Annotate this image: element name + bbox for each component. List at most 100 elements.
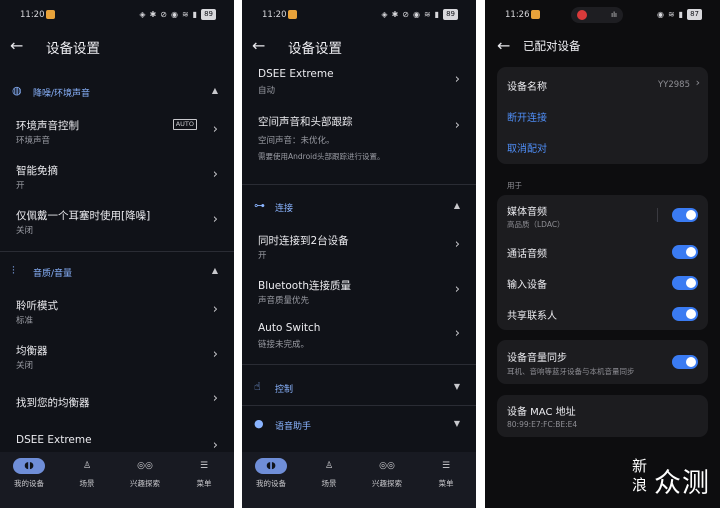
row-value: 声音质量优先 [258, 296, 310, 306]
mute-icon: ⊘ [402, 10, 409, 19]
waveform-icon: ılı [611, 11, 617, 19]
binoculars-icon: ◎◎ [379, 461, 395, 471]
volume-sync-title: 设备音量同步 [507, 353, 567, 364]
row-title: 空间声音和头部跟踪 [258, 116, 353, 128]
setting-listening-mode[interactable]: 聆听模式 标准 › [0, 292, 234, 332]
mac-value: 80:99:E7:FC:BE:E4 [507, 420, 578, 429]
wifi-icon: ≋ [423, 10, 431, 19]
feature-title: 通话音频 [507, 249, 547, 260]
back-arrow-icon[interactable]: ← [10, 36, 23, 55]
section-voice-assistant[interactable]: ● 语音助手 ▼ [242, 415, 476, 435]
nav-scene[interactable]: ♙ 场景 [306, 458, 352, 489]
page-title: 已配对设备 [523, 39, 581, 53]
section-controls[interactable]: ☝ 控制 ▼ [242, 378, 476, 398]
call-pill[interactable]: ılı [571, 7, 623, 23]
call-audio-toggle[interactable] [672, 245, 698, 259]
section-label: 语音助手 [275, 422, 312, 432]
section-label: 连接 [275, 204, 294, 214]
chevron-right-icon: › [212, 347, 218, 362]
setting-spatial-sound[interactable]: 空间声音和头部跟踪 空间声音：未优化。 需要使用Android头部跟踪进行设置。… [242, 110, 476, 170]
section-noise-cancel[interactable]: ◍ 降噪/环境声音 ▲ [0, 82, 234, 102]
setting-dsee-extreme[interactable]: DSEE Extreme › [0, 428, 234, 454]
status-icons: ◉ ≋ ▮ 87 [657, 9, 702, 20]
feature-title: 输入设备 [507, 280, 547, 291]
volume-sync-toggle[interactable] [672, 355, 698, 369]
setting-single-earbud-nc[interactable]: 仅佩戴一个耳塞时使用[降噪] 关闭 › [0, 202, 234, 242]
row-value: 链接未完成。 [258, 340, 310, 350]
media-audio-toggle[interactable] [672, 208, 698, 222]
watermark-small: 新浪 [632, 457, 648, 494]
walking-icon: ♙ [82, 461, 92, 471]
nav-scene[interactable]: ♙ 场景 [64, 458, 110, 489]
row-title: Bluetooth连接质量 [258, 280, 351, 292]
volume-sync-sub: 耳机、音响等蓝牙设备与本机音量同步 [507, 367, 635, 376]
section-connection[interactable]: ⊶ 连接 ▲ [242, 197, 476, 217]
top-bar: ← 设备设置 [0, 30, 234, 60]
status-time: 11:20 [262, 10, 287, 20]
expand-icon[interactable]: ▼ [454, 382, 460, 391]
setting-ambient-sound[interactable]: 环境声音控制 环境声音 AUTO › [0, 112, 234, 152]
walking-icon: ♙ [324, 461, 334, 471]
setting-find-equalizer[interactable]: 找到您的均衡器 › [0, 385, 234, 419]
input-device-toggle[interactable] [672, 276, 698, 290]
headphones-icon: ◖◗ [255, 458, 287, 474]
chevron-right-icon: › [454, 237, 460, 252]
recording-icon [288, 10, 297, 19]
nav-label: 我的设备 [256, 479, 286, 488]
device-name-label[interactable]: 设备名称 [507, 78, 547, 93]
battery-icon: 89 [201, 9, 216, 20]
nav-menu[interactable]: ☰ 菜单 [423, 458, 469, 489]
unpair-link[interactable]: 取消配对 [507, 140, 547, 155]
section-label: 音质/音量 [33, 269, 73, 279]
row-title: 仅佩戴一个耳塞时使用[降噪] [16, 210, 151, 222]
nav-discover[interactable]: ◎◎ 兴趣探索 [364, 458, 410, 489]
chevron-right-icon: › [454, 282, 460, 297]
collapse-icon[interactable]: ▲ [212, 266, 218, 275]
nav-label: 兴趣探索 [130, 479, 160, 488]
nav-label: 兴趣探索 [372, 479, 402, 488]
location-icon: ◉ [170, 10, 178, 19]
collapse-icon[interactable]: ▲ [212, 86, 218, 95]
row-value: 开 [258, 251, 267, 261]
row-title: 找到您的均衡器 [16, 397, 90, 409]
setting-auto-switch[interactable]: Auto Switch 链接未完成。 › [242, 318, 476, 358]
nav-my-device[interactable]: ◖◗ 我的设备 [6, 458, 52, 489]
bottom-nav: ◖◗ 我的设备 ♙ 场景 ◎◎ 兴趣探索 ☰ 菜单 [0, 452, 234, 508]
status-icons: ◈ ✱ ⊘ ◉ ≋ ▮ 89 [139, 9, 216, 20]
collapse-icon[interactable]: ▲ [454, 201, 460, 210]
headphones-icon: ◖◗ [13, 458, 45, 474]
page-title: 设备设置 [46, 41, 100, 57]
section-sound-quality[interactable]: ⫶ 音质/音量 ▲ [0, 262, 234, 282]
location-icon: ◉ [412, 10, 420, 19]
row-value: 环境声音 [16, 136, 51, 146]
share-contacts-toggle[interactable] [672, 307, 698, 321]
signal-icon: ▮ [192, 10, 198, 19]
signal-icon: ▮ [678, 10, 684, 19]
chevron-right-icon: › [695, 76, 700, 89]
row-title: 聆听模式 [16, 300, 58, 312]
wifi-icon: ≋ [181, 10, 189, 19]
back-arrow-icon[interactable]: ← [252, 36, 265, 55]
setting-speak-to-chat[interactable]: 智能免摘 开 › [0, 157, 234, 197]
setting-bt-quality[interactable]: Bluetooth连接质量 声音质量优先 › [242, 274, 476, 314]
expand-icon[interactable]: ▼ [454, 419, 460, 428]
call-icon [577, 10, 587, 20]
nav-label: 场景 [321, 479, 337, 488]
status-bar: 11:26 ılı ◉ ≋ ▮ 87 [485, 0, 720, 30]
row-value: 自动 [258, 86, 276, 96]
mac-card: 设备 MAC 地址 80:99:E7:FC:BE:E4 [497, 395, 708, 437]
setting-dual-connect[interactable]: 同时连接到2台设备 开 › [242, 229, 476, 269]
battery-icon: 87 [687, 9, 702, 20]
row-value: 标准 [16, 316, 34, 326]
chevron-right-icon: › [212, 122, 218, 137]
row-title: DSEE Extreme [16, 434, 92, 446]
setting-equalizer[interactable]: 均衡器 关闭 › [0, 337, 234, 377]
microphone-icon: ● [254, 417, 264, 430]
back-arrow-icon[interactable]: ← [497, 36, 510, 55]
nav-menu[interactable]: ☰ 菜单 [181, 458, 227, 489]
disconnect-link[interactable]: 断开连接 [507, 109, 547, 124]
nav-my-device[interactable]: ◖◗ 我的设备 [248, 458, 294, 489]
section-label: 降噪/环境声音 [33, 89, 91, 99]
nav-discover[interactable]: ◎◎ 兴趣探索 [122, 458, 168, 489]
setting-dsee-extreme[interactable]: DSEE Extreme 自动 › [242, 64, 476, 104]
